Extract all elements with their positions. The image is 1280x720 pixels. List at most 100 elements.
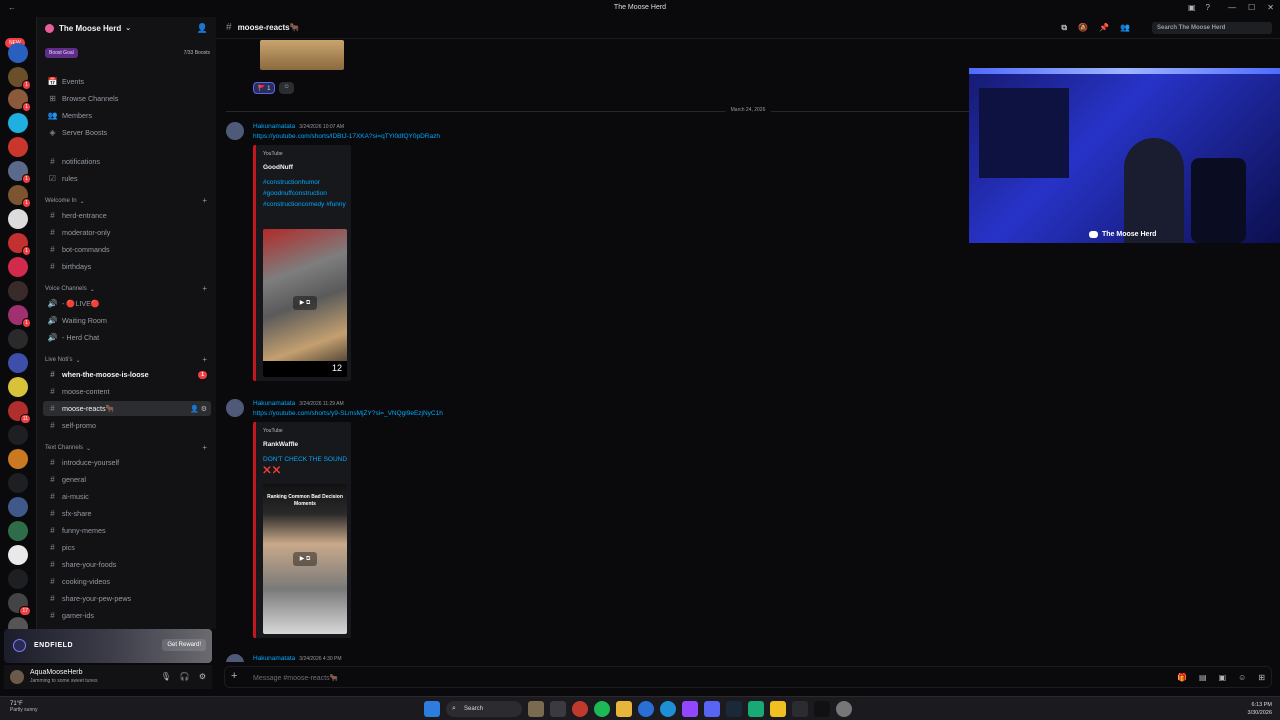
app-icon[interactable] (572, 701, 588, 717)
app-icon[interactable] (770, 701, 786, 717)
play-icon[interactable]: ▶ ⧉ (293, 296, 317, 310)
app-icon[interactable] (638, 701, 654, 717)
minimize-button[interactable]: — (1228, 3, 1236, 12)
play-icon[interactable]: ▶ ⧉ (293, 552, 317, 566)
embed-title[interactable]: #constructionhumor #goodnuffconstruction… (263, 177, 353, 210)
spotify-icon[interactable] (594, 701, 610, 717)
embed-author[interactable]: RankWaffle (263, 441, 298, 448)
settings-gear-icon[interactable]: 👤 ⚙ (190, 405, 207, 413)
message-input[interactable]: Message #moose-reacts🐂 (253, 674, 338, 682)
channel-self-promo[interactable]: # self-promo (43, 418, 211, 433)
channel-moose-content[interactable]: # moose-content (43, 384, 211, 399)
maximize-button[interactable]: ☐ (1248, 3, 1255, 12)
channel-moderator-only[interactable]: # moderator-only (43, 225, 211, 240)
server-icon[interactable] (8, 545, 28, 565)
server-icon[interactable] (8, 449, 28, 469)
guild-header[interactable]: The Moose Herd ⌄ 👤 (37, 17, 216, 39)
server-icon[interactable] (8, 353, 28, 373)
steam-icon[interactable] (726, 701, 742, 717)
channel-pics[interactable]: # pics (43, 540, 211, 555)
video-thumbnail[interactable] (260, 40, 344, 70)
add-member-icon[interactable]: 👤 (197, 23, 208, 34)
channel-funny-memes[interactable]: # funny-memes (43, 523, 211, 538)
inbox-icon[interactable]: ▣ (1188, 3, 1196, 12)
settings-icon[interactable] (836, 701, 852, 717)
avatar[interactable] (226, 399, 244, 417)
system-clock[interactable]: 6:13 PM 3/30/2026 (1248, 701, 1272, 717)
add-reaction-icon[interactable]: ☺ (279, 82, 294, 94)
category-voice[interactable]: Voice Channels ⌄ + (45, 285, 211, 294)
server-icon[interactable] (8, 43, 28, 63)
channel-moose-reacts[interactable]: # moose-reacts🐂 👤 ⚙ (43, 401, 211, 416)
author-name[interactable]: Hakunamatata (253, 655, 295, 662)
channel-when-the-moose-is-loose[interactable]: # when-the-moose-is-loose 1 (43, 367, 211, 382)
channel-general[interactable]: # general (43, 472, 211, 487)
embed-title[interactable]: DON'T CHECK THE SOUND ❌ ❌ (263, 454, 353, 476)
channel-bot-commands[interactable]: # bot-commands (43, 242, 211, 257)
gear-icon[interactable]: ⚙ (199, 672, 206, 681)
channel-cooking-videos[interactable]: # cooking-videos (43, 574, 211, 589)
upload-plus-icon[interactable]: + (231, 670, 237, 682)
add-channel-icon[interactable]: + (202, 285, 207, 293)
help-icon[interactable]: ? (1206, 3, 1210, 12)
boost-goal-bar[interactable]: Boost Goal 7/33 Boosts (45, 47, 210, 59)
app-icon[interactable] (814, 701, 830, 717)
task-view-icon[interactable] (550, 701, 566, 717)
threads-icon[interactable]: ⧉ (1061, 23, 1067, 33)
twitch-icon[interactable] (682, 701, 698, 717)
discord-icon[interactable] (704, 701, 720, 717)
file-explorer-icon[interactable] (616, 701, 632, 717)
microphone-icon[interactable]: 🎙 (161, 672, 171, 681)
server-icon[interactable] (8, 257, 28, 277)
taskbar-search[interactable]: ⌕ Search (446, 701, 522, 717)
add-channel-icon[interactable]: + (202, 356, 207, 364)
server-icon[interactable]: 11 (8, 401, 31, 424)
widget-icon[interactable] (528, 701, 544, 717)
sticker-icon[interactable]: ▣ (1219, 673, 1227, 682)
category-text[interactable]: Text Channels ⌄ + (45, 444, 211, 453)
voice-channel-herd-chat[interactable]: 🔊 - Herd Chat (43, 330, 211, 345)
server-icon[interactable]: 1 (8, 305, 31, 328)
folder-icon[interactable] (8, 425, 28, 445)
server-icon[interactable] (8, 113, 28, 133)
notification-bell-icon[interactable]: 🔕 (1078, 23, 1088, 33)
edge-icon[interactable] (660, 701, 676, 717)
channel-share-your-foods[interactable]: # share-your-foods (43, 557, 211, 572)
message-composer[interactable]: + Message #moose-reacts🐂 🎁 ▤ ▣ ☺ ⊞ (224, 666, 1272, 688)
app-icon[interactable] (748, 701, 764, 717)
emoji-icon[interactable]: ☺ (1238, 673, 1246, 682)
channel-birthdays[interactable]: # birthdays (43, 259, 211, 274)
server-icon[interactable]: 1 (8, 233, 31, 256)
channel-gamer-ids[interactable]: # gamer-ids (43, 608, 211, 623)
channel-sfx-share[interactable]: # sfx-share (43, 506, 211, 521)
pin-icon[interactable]: 📌 (1099, 23, 1109, 33)
channel-share-your-pew-pews[interactable]: # share-your-pew-pews (43, 591, 211, 606)
headphones-icon[interactable]: 🎧 (180, 672, 190, 681)
server-icon[interactable]: 1 (8, 185, 31, 208)
nav-browse-channels[interactable]: ⊞ Browse Channels (43, 91, 211, 106)
server-icon[interactable] (8, 137, 28, 157)
channel-notifications[interactable]: # notifications (43, 154, 211, 169)
member-list-icon[interactable]: 👥 (1120, 23, 1130, 33)
nav-server-boosts[interactable]: ◈ Server Boosts (43, 125, 211, 140)
server-icon[interactable] (8, 329, 28, 349)
message-link[interactable]: https://youtube.com/shorts/y9-SLmsMjZY?s… (253, 410, 443, 417)
close-button[interactable]: ✕ (1267, 3, 1274, 12)
category-live-notis[interactable]: Live Noti's ⌄ + (45, 356, 211, 365)
avatar[interactable] (226, 122, 244, 140)
author-name[interactable]: Hakunamatata (253, 400, 295, 407)
video-thumbnail[interactable]: ▶ ⧉ 12 (263, 229, 347, 377)
channel-ai-music[interactable]: # ai-music (43, 489, 211, 504)
start-button-icon[interactable] (424, 701, 440, 717)
get-reward-button[interactable]: Get Reward! (162, 639, 206, 651)
app-icon[interactable] (792, 701, 808, 717)
server-icon[interactable]: 1 (8, 89, 31, 112)
server-icon[interactable] (8, 377, 28, 397)
promo-banner[interactable]: ENDFIELD Get Reward! (4, 629, 212, 663)
nav-members[interactable]: 👥 Members (43, 108, 211, 123)
folder-icon[interactable] (8, 569, 28, 589)
voice-channel-waiting-room[interactable]: 🔊 Waiting Room (43, 313, 211, 328)
server-icon[interactable] (8, 209, 28, 229)
add-channel-icon[interactable]: + (202, 444, 207, 452)
search-input[interactable]: Search The Moose Herd (1152, 22, 1272, 34)
